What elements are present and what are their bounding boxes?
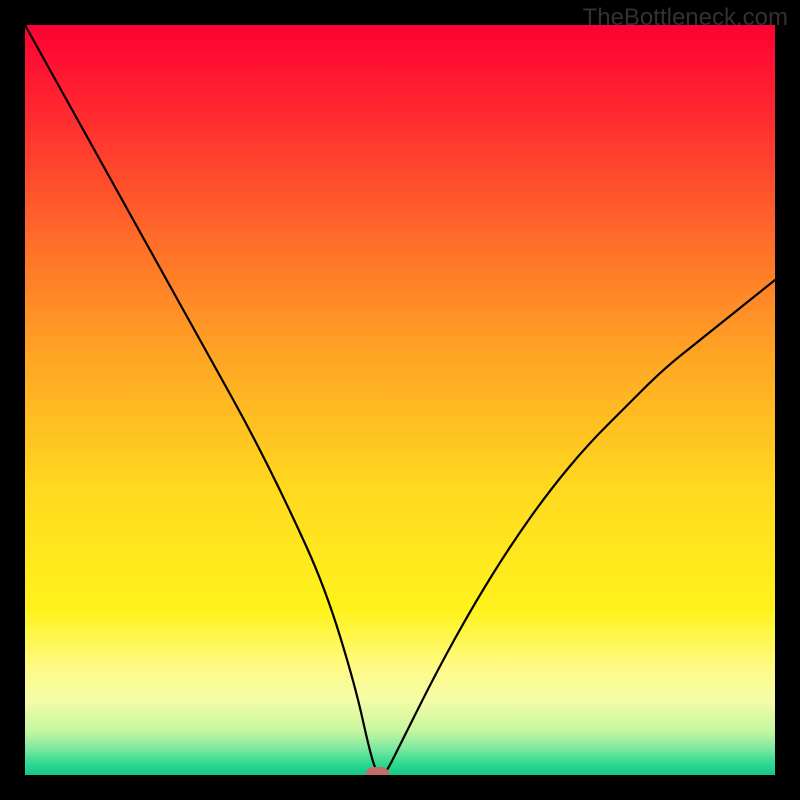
chart-svg <box>25 25 775 775</box>
chart-frame: TheBottleneck.com <box>0 0 800 800</box>
chart-plot-area <box>25 25 775 775</box>
